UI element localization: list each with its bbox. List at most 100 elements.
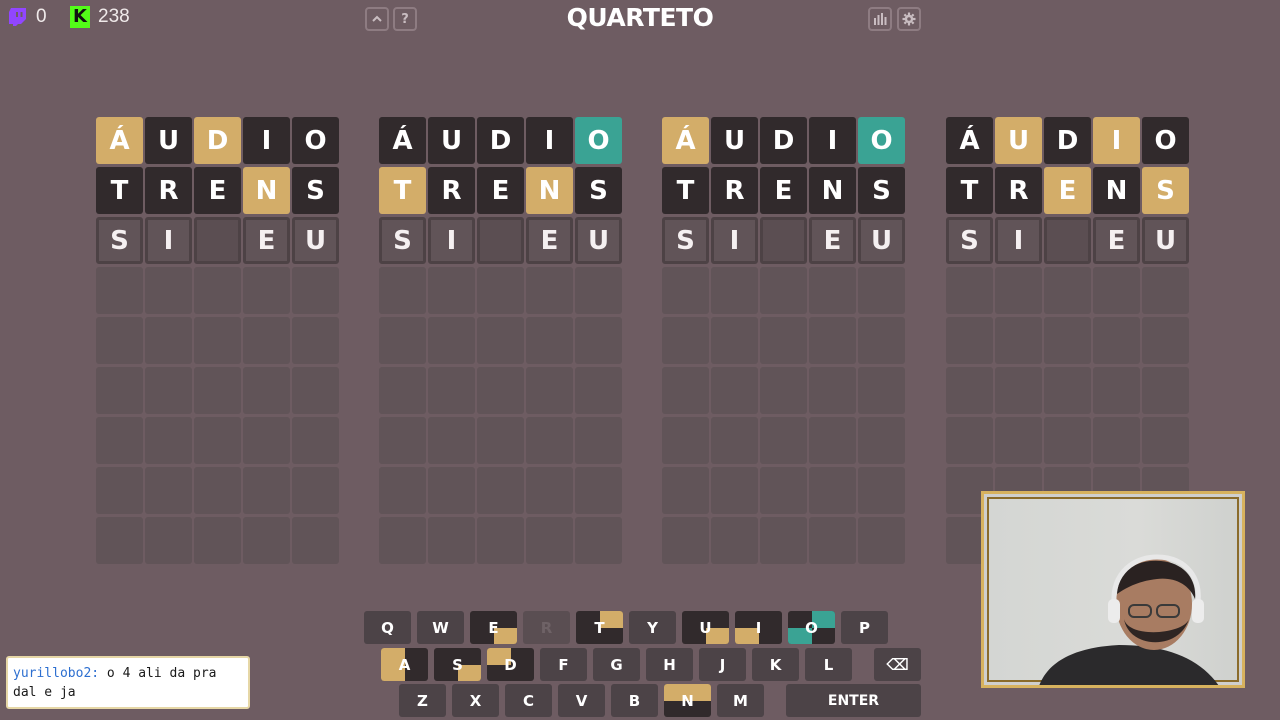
stats-button[interactable] — [868, 7, 892, 31]
input-tile[interactable]: E — [809, 217, 856, 264]
input-tile[interactable]: U — [858, 217, 905, 264]
empty-tile — [96, 317, 143, 364]
input-tile[interactable]: S — [662, 217, 709, 264]
key-u[interactable]: U — [682, 611, 729, 644]
key-h[interactable]: H — [646, 648, 693, 681]
input-tile[interactable]: S — [946, 217, 993, 264]
board-row: TRENS — [946, 167, 1191, 214]
empty-tile — [428, 467, 475, 514]
empty-tile — [809, 417, 856, 464]
input-tile[interactable]: E — [243, 217, 290, 264]
key-s[interactable]: S — [434, 648, 481, 681]
empty-tile — [379, 267, 426, 314]
key-i[interactable]: I — [735, 611, 782, 644]
empty-tile — [1044, 267, 1091, 314]
key-label: H — [663, 655, 676, 674]
empty-tile — [858, 267, 905, 314]
key-w[interactable]: W — [417, 611, 464, 644]
empty-tile — [145, 417, 192, 464]
guess-tile: R — [995, 167, 1042, 214]
empty-tile — [526, 317, 573, 364]
empty-tile — [292, 517, 339, 564]
board-row — [946, 417, 1191, 464]
board-row — [96, 417, 341, 464]
board-row — [96, 367, 341, 414]
board-row: TRENS — [96, 167, 341, 214]
key-g[interactable]: G — [593, 648, 640, 681]
guess-tile: E — [1044, 167, 1091, 214]
board-row — [662, 267, 907, 314]
empty-tile — [760, 517, 807, 564]
key-c[interactable]: C — [505, 684, 552, 717]
input-tile[interactable]: I — [995, 217, 1042, 264]
key-t[interactable]: T — [576, 611, 623, 644]
input-tile[interactable]: U — [292, 217, 339, 264]
key-b[interactable]: B — [611, 684, 658, 717]
key-p[interactable]: P — [841, 611, 888, 644]
enter-key[interactable]: ENTER — [786, 684, 921, 717]
empty-tile — [194, 417, 241, 464]
key-n[interactable]: N — [664, 684, 711, 717]
key-a[interactable]: A — [381, 648, 428, 681]
key-v[interactable]: V — [558, 684, 605, 717]
input-tile[interactable] — [1044, 217, 1091, 264]
empty-tile — [428, 367, 475, 414]
input-tile[interactable] — [760, 217, 807, 264]
board-row — [946, 267, 1191, 314]
key-j[interactable]: J — [699, 648, 746, 681]
input-tile[interactable]: U — [1142, 217, 1189, 264]
backspace-key[interactable]: ⌫ — [874, 648, 921, 681]
guess-tile: D — [477, 117, 524, 164]
key-e[interactable]: E — [470, 611, 517, 644]
input-tile[interactable]: I — [711, 217, 758, 264]
empty-tile — [995, 367, 1042, 414]
input-tile[interactable]: U — [575, 217, 622, 264]
board-row — [946, 317, 1191, 364]
chat-username: yurillobo2: — [13, 666, 100, 681]
key-q[interactable]: Q — [364, 611, 411, 644]
board-2: ÁUDIOTRENSSIEU — [379, 117, 624, 567]
input-tile[interactable]: E — [1093, 217, 1140, 264]
settings-button[interactable] — [897, 7, 921, 31]
key-k[interactable]: K — [752, 648, 799, 681]
board-row — [379, 517, 624, 564]
empty-tile — [292, 317, 339, 364]
empty-tile — [575, 517, 622, 564]
key-r[interactable]: R — [523, 611, 570, 644]
board-row — [946, 367, 1191, 414]
key-f[interactable]: F — [540, 648, 587, 681]
input-tile[interactable]: E — [526, 217, 573, 264]
key-o[interactable]: O — [788, 611, 835, 644]
key-y[interactable]: Y — [629, 611, 676, 644]
key-d[interactable]: D — [487, 648, 534, 681]
empty-tile — [477, 367, 524, 414]
empty-tile — [995, 417, 1042, 464]
input-tile[interactable]: S — [96, 217, 143, 264]
key-x[interactable]: X — [452, 684, 499, 717]
empty-tile — [477, 517, 524, 564]
key-z[interactable]: Z — [399, 684, 446, 717]
key-l[interactable]: L — [805, 648, 852, 681]
guess-tile: Á — [379, 117, 426, 164]
guess-tile: S — [292, 167, 339, 214]
empty-tile — [858, 467, 905, 514]
key-m[interactable]: M — [717, 684, 764, 717]
input-tile[interactable]: I — [428, 217, 475, 264]
input-tile[interactable] — [477, 217, 524, 264]
empty-tile — [760, 367, 807, 414]
guess-tile: E — [477, 167, 524, 214]
input-tile[interactable]: I — [145, 217, 192, 264]
input-tile[interactable]: S — [379, 217, 426, 264]
empty-tile — [243, 417, 290, 464]
guess-tile: D — [760, 117, 807, 164]
empty-tile — [760, 267, 807, 314]
guess-tile: E — [194, 167, 241, 214]
guess-tile: S — [858, 167, 905, 214]
empty-tile — [711, 467, 758, 514]
empty-tile — [1142, 317, 1189, 364]
guess-tile: U — [145, 117, 192, 164]
board-row: SI EU — [96, 217, 341, 264]
empty-tile — [526, 417, 573, 464]
guess-tile: T — [96, 167, 143, 214]
input-tile[interactable] — [194, 217, 241, 264]
